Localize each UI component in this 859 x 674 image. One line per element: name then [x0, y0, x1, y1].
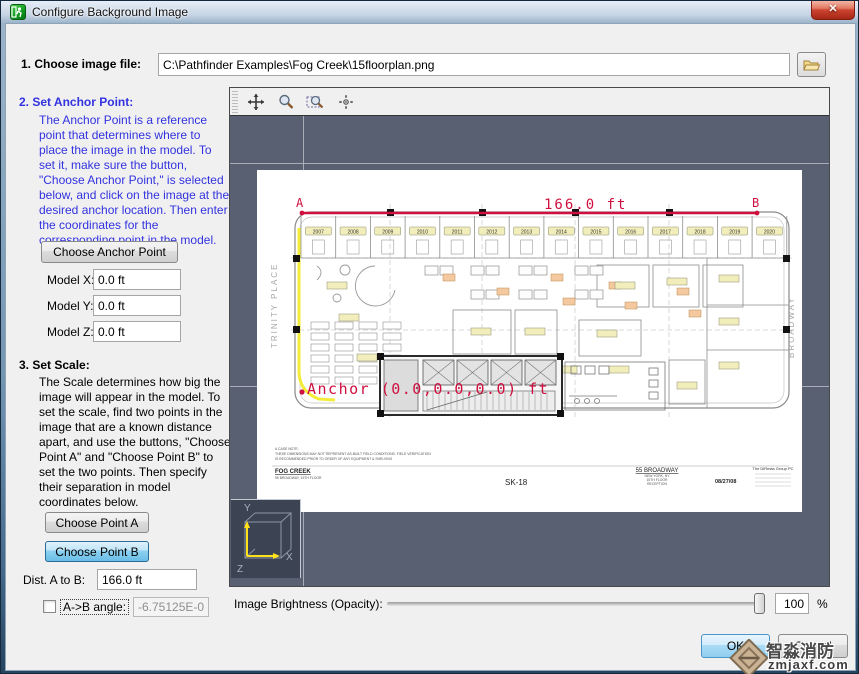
set-anchor-point-heading: 2. Set Anchor Point:: [19, 95, 133, 109]
image-preview-panel: TRINITY PLACE BROADWAY 200720082009201: [229, 87, 830, 587]
svg-text:55 BROADWAY, 15TH FLOOR: 55 BROADWAY, 15TH FLOOR: [275, 476, 322, 480]
point-b-marker: B: [752, 196, 759, 210]
cancel-button[interactable]: Cancel: [778, 634, 848, 658]
svg-text:SK-18: SK-18: [505, 478, 528, 487]
brightness-slider-thumb[interactable]: [754, 593, 765, 614]
room-tag: 2017: [660, 230, 671, 236]
titlebar[interactable]: Configure Background Image ✕: [1, 1, 858, 23]
distance-label: 166.0 ft: [544, 197, 627, 213]
room-tag: 2011: [452, 230, 463, 236]
svg-text:A CASE NOTE:: A CASE NOTE:: [275, 447, 299, 451]
room-tag: 2020: [764, 230, 775, 236]
brightness-value-input[interactable]: [775, 593, 809, 614]
room-tag: 2016: [625, 230, 636, 236]
room-tag: 2015: [590, 230, 601, 236]
scale-line-overlay: A B 166.0 ft: [296, 196, 759, 215]
svg-text:08/27/08: 08/27/08: [715, 479, 736, 485]
svg-text:The DiResta Group PC: The DiResta Group PC: [752, 466, 793, 471]
zoom-tool-icon[interactable]: [274, 91, 298, 113]
axis-orientation-widget: Y X Z: [231, 499, 301, 578]
axis-y-label: Y: [244, 503, 251, 514]
model-x-input[interactable]: [93, 269, 181, 290]
model-gridline-horizontal: [230, 163, 829, 164]
brightness-slider-track[interactable]: [387, 602, 765, 606]
room-tag: 2014: [556, 230, 567, 236]
svg-text:FOG CREEK: FOG CREEK: [275, 469, 311, 475]
choose-image-file-label: 1. Choose image file:: [21, 57, 141, 71]
room-tag: 2013: [521, 230, 532, 236]
close-button[interactable]: ✕: [811, 1, 855, 20]
model-z-input[interactable]: [93, 321, 181, 342]
room-tag: 2010: [417, 230, 428, 236]
open-folder-icon: [803, 58, 821, 72]
brightness-label: Image Brightness (Opacity):: [234, 597, 383, 611]
zoom-rectangle-tool-icon[interactable]: [304, 91, 328, 113]
choose-anchor-point-button[interactable]: Choose Anchor Point: [41, 241, 178, 263]
room-tag: 2012: [486, 230, 497, 236]
pan-tool-icon[interactable]: [244, 91, 268, 113]
zoom-target-tool-icon[interactable]: [334, 91, 358, 113]
model-y-input[interactable]: [93, 295, 181, 316]
preview-viewport[interactable]: TRINITY PLACE BROADWAY 200720082009201: [230, 115, 829, 586]
floorplan-image[interactable]: TRINITY PLACE BROADWAY 200720082009201: [257, 170, 802, 512]
anchor-point-description: The Anchor Point is a reference point th…: [39, 113, 230, 248]
set-scale-description: The Scale determines how big the image w…: [39, 375, 232, 510]
image-file-path-input[interactable]: [158, 53, 790, 76]
svg-text:IS RECOMMENDED PRIOR TO ORDER: IS RECOMMENDED PRIOR TO ORDER OF ANY EQU…: [275, 457, 393, 461]
ok-button[interactable]: OK: [701, 634, 770, 658]
browse-file-button[interactable]: [797, 52, 826, 77]
svg-text:THESE DIMENSIONS MAY NOT REPRE: THESE DIMENSIONS MAY NOT REPRESENT AS-BU…: [275, 452, 431, 456]
ab-angle-checkbox[interactable]: [43, 600, 56, 613]
choose-point-b-button[interactable]: Choose Point B: [45, 541, 149, 562]
choose-point-a-button[interactable]: Choose Point A: [45, 512, 149, 533]
axis-z-label: Z: [237, 564, 243, 575]
room-tag: 2018: [694, 230, 705, 236]
anchor-overlay: Anchor (0.0,0.0,0.0) ft: [299, 380, 549, 398]
preview-toolbar: [230, 88, 829, 115]
model-z-label: Model Z:: [47, 325, 94, 339]
toolbar-drag-handle[interactable]: [232, 91, 238, 113]
title-block: A CASE NOTE: THESE DIMENSIONS MAY NOT RE…: [272, 447, 794, 487]
room-tag: 2009: [382, 230, 393, 236]
room-tag: 2008: [347, 230, 358, 236]
room-tag: 2019: [729, 230, 740, 236]
anchor-label: Anchor (0.0,0.0,0.0) ft: [307, 380, 549, 398]
room-tag: 2007: [313, 230, 324, 236]
model-y-label: Model Y:: [47, 299, 93, 313]
dist-a-to-b-input[interactable]: [97, 569, 197, 590]
dist-a-to-b-label: Dist. A to B:: [23, 573, 85, 587]
model-x-label: Model X:: [47, 273, 94, 287]
street-left-label: TRINITY PLACE: [270, 263, 279, 348]
ab-angle-label[interactable]: A->B angle:: [60, 599, 129, 615]
brightness-unit-label: %: [817, 597, 828, 611]
svg-text:RECEPTION: RECEPTION: [647, 482, 667, 486]
app-exit-icon: [10, 4, 26, 20]
point-a-marker: A: [296, 196, 304, 210]
dialog-window: Configure Background Image ✕ 1. Choose i…: [0, 0, 859, 674]
axis-x-label: X: [286, 552, 293, 563]
set-scale-heading: 3. Set Scale:: [19, 358, 90, 372]
window-title: Configure Background Image: [32, 5, 188, 19]
ab-angle-input: [133, 597, 209, 617]
